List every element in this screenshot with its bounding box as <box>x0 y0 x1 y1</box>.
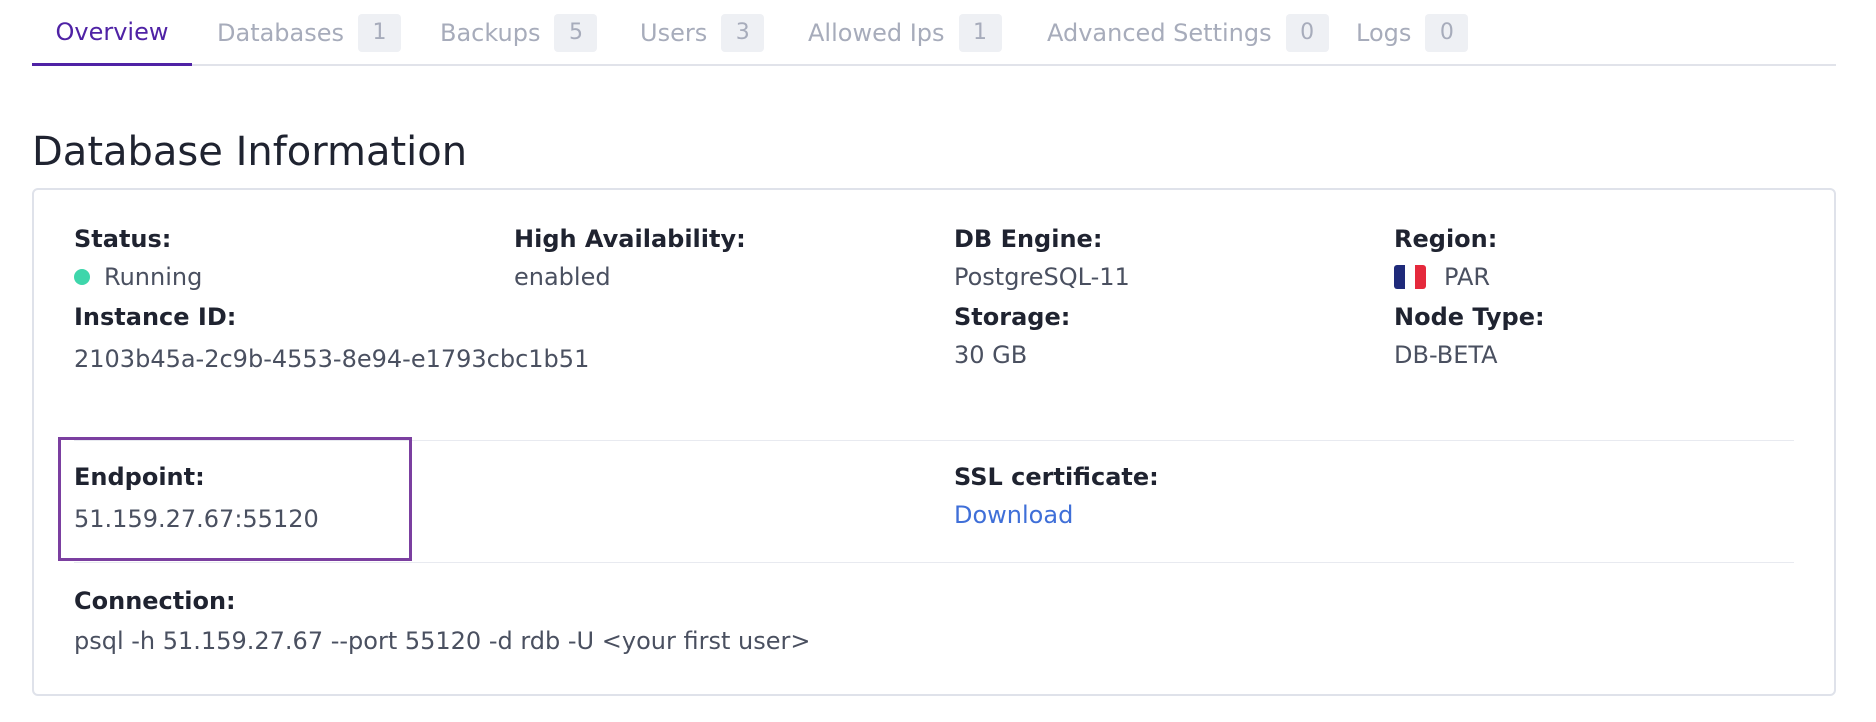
high-availability-label: High Availability: <box>514 225 746 253</box>
tab-users-count: 3 <box>721 14 765 52</box>
tab-databases-count: 1 <box>358 14 402 52</box>
status-label: Status: <box>74 225 172 253</box>
region-label: Region: <box>1394 225 1498 253</box>
tab-backups-count: 5 <box>554 14 598 52</box>
connection-label: Connection: <box>74 587 236 615</box>
tab-allowed-ips-count: 1 <box>958 14 1002 52</box>
connection-field: Connection: psql -h 51.159.27.67 --port … <box>74 586 810 656</box>
instance-id-value: 2103b45a-2c9b-4553-8e94-e1793cbc1b51 <box>74 345 590 373</box>
node-type-field: Node Type: DB-BETA <box>1394 302 1545 370</box>
section-title: Database Information <box>32 129 468 175</box>
tab-advanced-settings-count: 0 <box>1285 14 1329 52</box>
db-engine-label: DB Engine: <box>954 225 1103 253</box>
instance-id-field: Instance ID: 2103b45a-2c9b-4553-8e94-e17… <box>74 302 589 374</box>
high-availability-field: High Availability: enabled <box>514 224 746 292</box>
divider <box>74 562 1794 563</box>
tab-overview[interactable]: Overview <box>32 0 192 66</box>
tab-users[interactable]: Users 3 <box>640 0 765 66</box>
tab-allowed-ips[interactable]: Allowed Ips 1 <box>808 0 1002 66</box>
status-text: Running <box>104 263 203 291</box>
tab-backups[interactable]: Backups 5 <box>440 0 598 66</box>
tab-advanced-settings-label: Advanced Settings <box>1047 19 1272 47</box>
region-field: Region: PAR <box>1394 224 1497 292</box>
tab-databases[interactable]: Databases 1 <box>217 0 402 66</box>
tab-bar: Overview Databases 1 Backups 5 Users 3 A… <box>32 0 1836 66</box>
france-flag-icon <box>1394 265 1426 289</box>
ssl-certificate-field: SSL certificate: Download <box>954 462 1159 530</box>
high-availability-value: enabled <box>514 263 611 291</box>
status-field: Status: Running <box>74 224 202 292</box>
endpoint-label: Endpoint: <box>74 463 205 491</box>
database-info-card: Status: Running High Availability: enabl… <box>32 188 1836 696</box>
tab-logs-count: 0 <box>1425 14 1469 52</box>
region-text: PAR <box>1444 263 1491 291</box>
node-type-value: DB-BETA <box>1394 341 1498 369</box>
storage-label: Storage: <box>954 303 1071 331</box>
endpoint-value: 51.159.27.67:55120 <box>74 505 319 533</box>
connection-value: psql -h 51.159.27.67 --port 55120 -d rdb… <box>74 627 811 655</box>
status-dot-icon <box>74 269 90 285</box>
storage-field: Storage: 30 GB <box>954 302 1070 370</box>
status-value: Running <box>74 262 202 292</box>
node-type-label: Node Type: <box>1394 303 1545 331</box>
instance-id-label: Instance ID: <box>74 303 237 331</box>
ssl-download-link[interactable]: Download <box>954 500 1073 530</box>
ssl-certificate-label: SSL certificate: <box>954 463 1159 491</box>
tab-logs-label: Logs <box>1356 19 1412 47</box>
tab-backups-label: Backups <box>440 19 541 47</box>
db-engine-field: DB Engine: PostgreSQL-11 <box>954 224 1130 292</box>
tab-overview-label: Overview <box>55 17 169 46</box>
tab-users-label: Users <box>640 19 708 47</box>
storage-value: 30 GB <box>954 341 1028 369</box>
region-value: PAR <box>1394 262 1497 292</box>
ssl-certificate-value: Download <box>954 500 1159 530</box>
tab-databases-label: Databases <box>217 19 345 47</box>
db-engine-value: PostgreSQL-11 <box>954 263 1130 291</box>
tab-logs[interactable]: Logs 0 <box>1356 0 1469 66</box>
tab-allowed-ips-label: Allowed Ips <box>808 19 945 47</box>
endpoint-field: Endpoint: 51.159.27.67:55120 <box>74 462 319 534</box>
tab-advanced-settings[interactable]: Advanced Settings 0 <box>1047 0 1329 66</box>
